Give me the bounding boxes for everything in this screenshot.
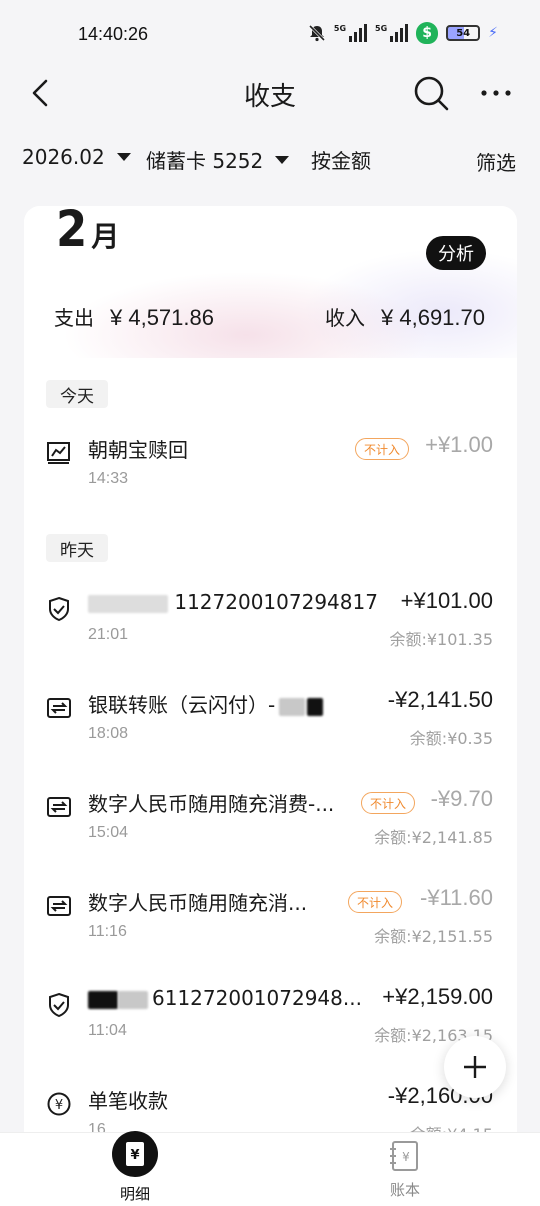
transaction-row[interactable]: 1127200107294817 21:01 +¥101.00 余额:¥101.…: [24, 588, 517, 668]
transaction-row[interactable]: 数字人民币随用随充消... 11:16 不计入 -¥11.60 余额:¥2,15…: [24, 885, 517, 965]
tab-detail[interactable]: ¥ 明细: [75, 1131, 195, 1204]
status-icons: 5G 5G $ 54 ⚡: [308, 22, 498, 44]
amount: +¥1.00: [425, 432, 493, 457]
battery-icon: 54: [446, 25, 481, 41]
income-total: 收入 ¥ 4,691.70: [325, 305, 485, 330]
month-selector[interactable]: 2026.02: [22, 145, 131, 169]
amount: -¥9.70: [430, 786, 493, 811]
svg-text:¥: ¥: [55, 1098, 63, 1113]
transaction-row[interactable]: 朝朝宝赎回 14:33 不计入 +¥1.00: [24, 432, 517, 512]
excluded-badge: 不计入: [355, 438, 410, 460]
yuan-circle-icon: ¥: [47, 1092, 71, 1116]
expense-total: 支出 ¥ 4,571.86: [54, 305, 214, 330]
amount: -¥2,141.50: [387, 687, 493, 712]
balance: 余额:¥2,141.85: [374, 828, 493, 847]
top-app-bar: 收支: [0, 62, 540, 124]
svg-text:¥: ¥: [130, 1148, 139, 1163]
balance: 余额:¥0.35: [409, 729, 493, 748]
redacted-text: [118, 990, 148, 1009]
month-summary: 2 月 分析 支出 ¥ 4,571.86 收入 ¥ 4,691.70: [24, 206, 517, 358]
charging-icon: ⚡: [488, 25, 498, 41]
ledger-icon: ¥: [390, 1141, 418, 1171]
transactions-card: 2 月 分析 支出 ¥ 4,571.86 收入 ¥ 4,691.70 今天 朝朝…: [24, 206, 517, 1206]
caret-down-icon: [275, 155, 290, 164]
excluded-badge: 不计入: [348, 891, 403, 913]
redacted-text: [307, 697, 324, 716]
amount: +¥101.00: [400, 588, 493, 613]
excluded-badge: 不计入: [361, 792, 416, 814]
balance: 余额:¥2,151.55: [374, 927, 493, 946]
signal-icon: 5G: [375, 24, 409, 42]
transfer-icon: [47, 797, 71, 817]
transaction-row[interactable]: 611272001072948... 11:04 +¥2,159.00 余额:¥…: [24, 984, 517, 1064]
filter-button[interactable]: 筛选: [476, 147, 516, 176]
date-group-yesterday: 昨天: [46, 534, 108, 562]
date-group-today: 今天: [46, 380, 108, 408]
page-title: 收支: [243, 82, 296, 112]
transaction-row[interactable]: 银联转账（云闪付）- 18:08 -¥2,141.50 余额:¥0.35: [24, 687, 517, 767]
sort-by-amount[interactable]: 按金额: [311, 145, 371, 174]
amount: +¥2,159.00: [382, 984, 493, 1009]
chart-icon: [47, 442, 70, 464]
filter-row: 2026.02 储蓄卡 5252 按金额 筛选: [0, 140, 540, 180]
add-record-button[interactable]: [444, 1036, 506, 1098]
security-shield-icon: $: [416, 22, 439, 44]
analysis-button[interactable]: 分析: [426, 236, 486, 270]
shield-icon: [49, 596, 69, 622]
month-heading: 2 月: [56, 206, 120, 258]
balance: 余额:¥101.35: [389, 630, 493, 649]
signal-icon: 5G: [334, 24, 368, 42]
detail-icon: ¥: [112, 1131, 158, 1177]
status-bar: 14:40:26 5G 5G $ 54 ⚡: [0, 0, 540, 70]
redacted-text: [88, 594, 168, 613]
more-menu-icon[interactable]: [478, 80, 514, 106]
plus-icon: [464, 1056, 486, 1078]
caret-down-icon: [116, 153, 131, 161]
account-selector[interactable]: 储蓄卡 5252: [146, 145, 290, 174]
transaction-row[interactable]: 数字人民币随用随充消费-... 15:04 不计入 -¥9.70 余额:¥2,1…: [24, 786, 517, 866]
svg-text:¥: ¥: [402, 1150, 410, 1164]
search-icon[interactable]: [412, 74, 450, 112]
bottom-nav: ¥ 明细 ¥ 账本: [0, 1131, 540, 1206]
redacted-text: [279, 697, 306, 716]
redacted-text: [88, 990, 118, 1009]
shield-icon: [49, 992, 69, 1018]
tab-ledger[interactable]: ¥ 账本: [345, 1133, 465, 1200]
transfer-icon: [47, 896, 71, 916]
bell-muted-icon: [308, 24, 325, 42]
transfer-icon: [47, 698, 71, 718]
amount: -¥11.60: [420, 885, 493, 910]
status-time: 14:40:26: [78, 24, 149, 44]
